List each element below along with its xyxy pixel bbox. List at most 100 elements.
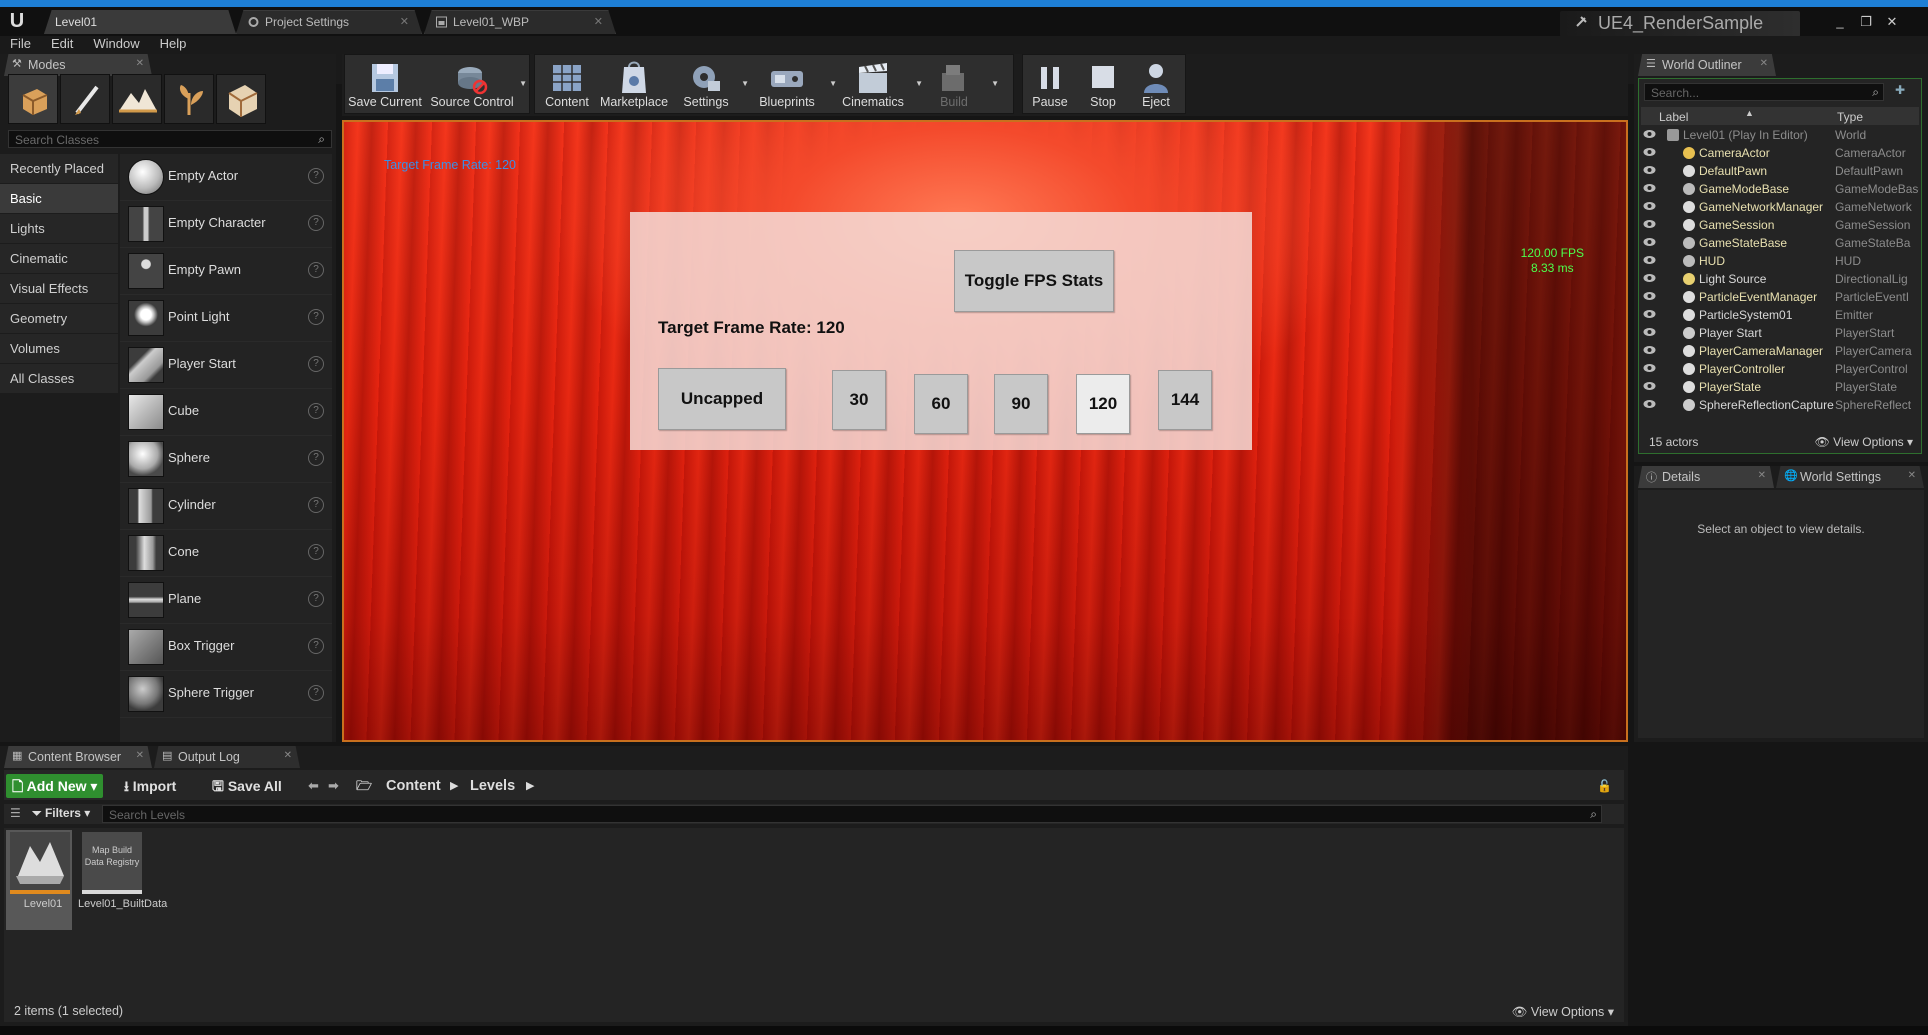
help-icon[interactable]: ? [308,262,324,278]
close-icon[interactable]: ✕ [1908,470,1916,481]
list-item[interactable]: Point Light? [120,295,332,342]
help-icon[interactable]: ? [308,685,324,701]
view-options-button[interactable]: 👁 View Options ▾ [1815,435,1913,449]
close-icon[interactable]: ✕ [284,750,292,761]
category-basic[interactable]: Basic [0,184,118,214]
close-icon[interactable]: ✕ [400,15,409,28]
chevron-down-icon[interactable]: ▼ [991,79,999,88]
rate-30-button[interactable]: 30 [832,370,886,430]
unreal-logo-icon[interactable]: U [4,9,30,33]
lock-icon[interactable]: 🔓 [1591,774,1618,798]
visibility-eye-icon[interactable] [1643,219,1656,229]
source-control-button[interactable]: Source Control ▼ [429,55,527,115]
tab-world-settings[interactable]: 🌐 World Settings ✕ [1776,466,1924,488]
help-icon[interactable]: ? [308,450,324,466]
category-visual-effects[interactable]: Visual Effects [0,274,118,304]
close-icon[interactable]: ✕ [136,58,144,69]
list-item[interactable]: Empty Character? [120,201,332,248]
column-label[interactable]: Label [1659,110,1688,124]
tab-details[interactable]: ⓘ Details ✕ [1638,466,1774,488]
rate-60-button[interactable]: 60 [914,374,968,434]
tab-level01[interactable]: Level01 [44,10,236,34]
list-item[interactable]: Empty Actor? [120,154,332,201]
outliner-row[interactable]: DefaultPawn DefaultPawn [1641,162,1919,180]
rate-120-button[interactable]: 120 [1076,374,1130,434]
blueprints-button[interactable]: Blueprints ▼ [749,55,837,115]
visibility-eye-icon[interactable] [1643,201,1656,211]
history-forward-icon[interactable]: ➡ [322,774,345,798]
close-icon[interactable]: ✕ [1758,470,1766,481]
visibility-eye-icon[interactable] [1643,345,1656,355]
list-item[interactable]: Sphere Trigger? [120,671,332,718]
visibility-eye-icon[interactable] [1643,399,1656,409]
filters-button[interactable]: ⏷ Filters ▾ [32,806,90,821]
close-window-button[interactable]: ✕ [1880,13,1904,31]
add-new-button[interactable]: 🗋 Add New ▾ [6,774,104,798]
help-icon[interactable]: ? [308,591,324,607]
save-all-button[interactable]: 🖫 Save All [206,774,288,798]
outliner-search-input[interactable]: Search... ⌕ [1644,83,1884,101]
breadcrumb-separator-icon[interactable]: ▶ [450,774,458,798]
category-lights[interactable]: Lights [0,214,118,244]
outliner-row[interactable]: ParticleEventManager ParticleEventI [1641,288,1919,306]
outliner-row[interactable]: GameNetworkManager GameNetwork [1641,198,1919,216]
tab-content-browser[interactable]: ▦ Content Browser ✕ [4,746,152,768]
close-icon[interactable]: ✕ [594,15,603,28]
geometry-mode-icon[interactable] [216,74,266,124]
close-icon[interactable]: ✕ [1760,58,1768,69]
view-options-button[interactable]: 👁 View Options ▾ [1511,1004,1614,1020]
visibility-eye-icon[interactable] [1643,381,1656,391]
eject-button[interactable]: Eject [1129,55,1183,115]
list-item[interactable]: Empty Pawn? [120,248,332,295]
build-button[interactable]: Build ▼ [921,55,999,115]
help-icon[interactable]: ? [308,544,324,560]
visibility-eye-icon[interactable] [1643,363,1656,373]
paint-mode-icon[interactable] [60,74,110,124]
marketplace-button[interactable]: Marketplace [599,55,669,115]
outliner-row[interactable]: PlayerState PlayerState [1641,378,1919,396]
list-item[interactable]: Cone? [120,530,332,577]
content-button[interactable]: Content [535,55,599,115]
outliner-row[interactable]: Player Start PlayerStart [1641,324,1919,342]
visibility-eye-icon[interactable] [1643,129,1656,139]
breadcrumb-levels[interactable]: Levels [470,774,515,798]
chevron-down-icon[interactable]: ▼ [741,79,749,88]
rate-144-button[interactable]: 144 [1158,370,1212,430]
toggle-fps-stats-button[interactable]: Toggle FPS Stats [954,250,1114,312]
save-current-button[interactable]: Save Current [345,55,425,115]
visibility-eye-icon[interactable] [1643,237,1656,247]
chevron-down-icon[interactable]: ▼ [519,79,527,88]
help-icon[interactable]: ? [308,356,324,372]
cinematics-button[interactable]: Cinematics ▼ [835,55,923,115]
outliner-row[interactable]: HUD HUD [1641,252,1919,270]
landscape-mode-icon[interactable] [112,74,162,124]
tab-project-settings[interactable]: Project Settings ✕ [236,10,422,34]
tab-level01-wbp[interactable]: Level01_WBP ✕ [424,10,616,34]
list-item[interactable]: Player Start? [120,342,332,389]
rate-90-button[interactable]: 90 [994,374,1048,434]
list-item[interactable]: Box Trigger? [120,624,332,671]
folder-icon[interactable]: 🗁 [350,774,378,798]
visibility-eye-icon[interactable] [1643,183,1656,193]
uncapped-button[interactable]: Uncapped [658,368,786,430]
add-folder-icon[interactable]: ✚ [1889,83,1911,101]
maximize-button[interactable]: ❐ [1854,13,1878,31]
tab-output-log[interactable]: ▤ Output Log ✕ [154,746,300,768]
search-levels-input[interactable]: Search Levels ⌕ [102,805,1602,823]
foliage-mode-icon[interactable] [164,74,214,124]
visibility-eye-icon[interactable] [1643,147,1656,157]
help-icon[interactable]: ? [308,403,324,419]
list-item[interactable]: Sphere? [120,436,332,483]
visibility-eye-icon[interactable] [1643,255,1656,265]
breadcrumb-content[interactable]: Content [386,774,441,798]
breadcrumb-separator-icon[interactable]: ▶ [526,774,534,798]
settings-button[interactable]: Settings ▼ [675,55,749,115]
close-icon[interactable]: ✕ [136,750,144,761]
level-viewport[interactable]: Target Frame Rate: 120 120.00 FPS 8.33 m… [342,120,1628,742]
outliner-row[interactable]: SphereReflectionCapture SphereReflect [1641,396,1919,414]
category-recently-placed[interactable]: Recently Placed [0,154,118,184]
visibility-eye-icon[interactable] [1643,309,1656,319]
pause-button[interactable]: Pause [1023,55,1077,115]
asset-tile-level01-builtdata[interactable]: Map Build Data Registry Level01_BuiltDat… [78,830,167,930]
sources-toggle-icon[interactable]: ☰ [10,806,21,820]
